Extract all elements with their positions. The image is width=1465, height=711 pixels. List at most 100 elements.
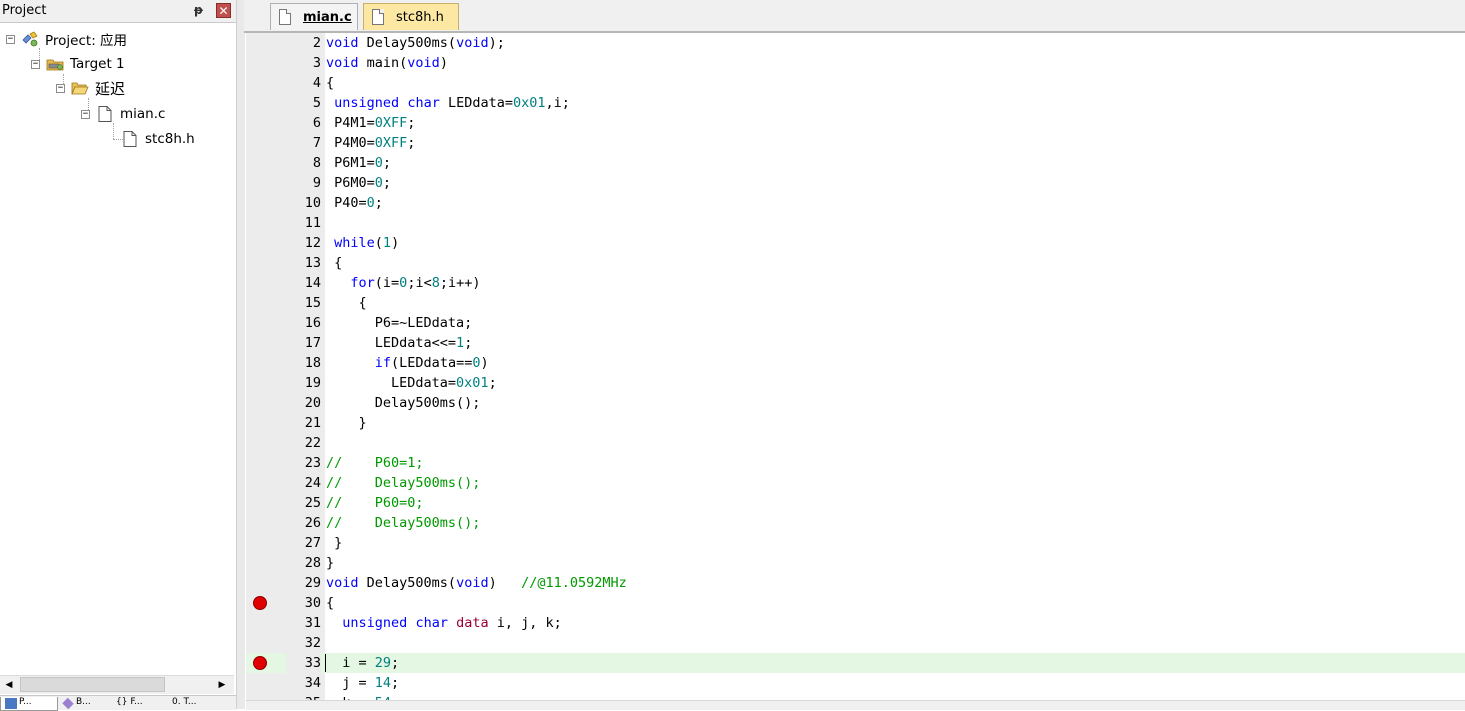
collapse-icon[interactable]: − <box>31 59 40 69</box>
collapse-icon[interactable]: − <box>6 34 15 44</box>
tree-item-file-stc8h[interactable]: stc8h.h <box>121 128 195 150</box>
code-editor[interactable]: 2 void Delay500ms(void); 3 void main(void) 4… <box>246 33 1465 700</box>
tab-mian-c[interactable]: mian.c <box>270 3 358 30</box>
code-line[interactable]: 32 <box>246 633 1465 653</box>
tree-item-label: Target 1 <box>70 56 125 72</box>
code-line[interactable]: 34 j = 14; <box>246 673 1465 693</box>
scroll-right-icon[interactable]: ▶ <box>214 677 230 693</box>
line-number: 18 <box>304 355 321 371</box>
horizontal-scrollbar[interactable]: ◀ ▶ <box>0 675 234 694</box>
close-panel-button[interactable]: ✕ <box>216 3 231 18</box>
line-number: 6 <box>312 115 321 131</box>
code-line[interactable]: 2 void Delay500ms(void); <box>246 33 1465 53</box>
code-line[interactable]: 31 unsigned char data i, j, k; <box>246 613 1465 633</box>
tab-functions[interactable]: {} F... <box>116 697 172 710</box>
code-text: for(i=0;i<8;i++) <box>350 275 481 291</box>
line-number: 27 <box>304 535 321 551</box>
code-text: unsigned char LEDdata=0x01,i; <box>334 95 570 111</box>
code-text: // P60=1; <box>326 455 424 471</box>
code-line[interactable]: 4{ <box>246 73 1465 93</box>
tab-label: mian.c <box>303 9 352 25</box>
line-number: 7 <box>312 135 321 151</box>
collapse-icon[interactable]: − <box>56 83 65 93</box>
code-text: LEDdata=0x01; <box>326 375 497 391</box>
code-line[interactable]: 22 <box>246 433 1465 453</box>
code-line[interactable]: 9 P6M0=0; <box>246 173 1465 193</box>
code-text: void Delay500ms(void); <box>326 35 505 51</box>
code-line[interactable]: 7 P4M0=0XFF; <box>246 133 1465 153</box>
breakpoint-icon[interactable] <box>253 596 267 610</box>
breakpoint-icon[interactable] <box>253 656 267 670</box>
code-line[interactable]: 33 i = 29; <box>246 653 1465 673</box>
code-text: if(LEDdata==0) <box>374 355 489 371</box>
line-number: 22 <box>304 435 321 451</box>
tab-label: B... <box>76 697 91 707</box>
line-number: 16 <box>304 315 321 331</box>
c-file-icon <box>96 106 114 122</box>
tab-templates[interactable]: 0. T... <box>172 697 232 710</box>
code-text: { <box>326 295 367 311</box>
tree-item-project[interactable]: − Project: 应用 <box>6 28 127 50</box>
code-text: i = 29; <box>326 655 400 671</box>
code-line[interactable]: 19 LEDdata=0x01; <box>246 373 1465 393</box>
code-line[interactable]: 28} <box>246 553 1465 573</box>
code-line[interactable]: 27 } <box>246 533 1465 553</box>
code-line[interactable]: 30 { <box>246 593 1465 613</box>
tree-item-target[interactable]: − Target 1 <box>31 53 125 75</box>
code-text: void Delay500ms(void) //@11.0592MHz <box>326 575 627 591</box>
line-number: 31 <box>304 615 321 631</box>
code-line[interactable]: 8 P6M1=0; <box>246 153 1465 173</box>
code-line[interactable]: 10 P40=0; <box>246 193 1465 213</box>
code-line[interactable]: 25 // P60=0; <box>246 493 1465 513</box>
code-line[interactable]: 20 Delay500ms(); <box>246 393 1465 413</box>
code-text: P4M0=0XFF; <box>326 135 416 151</box>
line-number: 24 <box>304 475 321 491</box>
line-number: 2 <box>312 35 321 51</box>
tab-label: 0. T... <box>172 697 197 707</box>
tab-label: {} F... <box>116 697 143 707</box>
code-line[interactable]: 16 P6=~LEDdata; <box>246 313 1465 333</box>
line-number: 21 <box>304 415 321 431</box>
code-line[interactable]: 17 LEDdata<<=1; <box>246 333 1465 353</box>
code-line[interactable]: 26 // Delay500ms(); <box>246 513 1465 533</box>
code-line[interactable]: 6 P4M1=0XFF; <box>246 113 1465 133</box>
code-line[interactable]: 12 while(1) <box>246 233 1465 253</box>
code-text: } <box>326 415 367 431</box>
tree-item-group[interactable]: − 延迟 <box>56 77 125 99</box>
code-line[interactable]: 13 { <box>246 253 1465 273</box>
line-number: 8 <box>312 155 321 171</box>
code-line[interactable]: 15 { <box>246 293 1465 313</box>
text-caret <box>325 654 326 672</box>
pin-icon[interactable]: ᵽ <box>194 3 206 17</box>
code-line[interactable]: 24 // Delay500ms(); <box>246 473 1465 493</box>
code-line[interactable]: 21 } <box>246 413 1465 433</box>
code-line[interactable]: 3 void main(void) <box>246 53 1465 73</box>
line-number: 12 <box>304 235 321 251</box>
tree-item-label: Project: 应用 <box>45 33 128 49</box>
code-line[interactable]: 18 if(LEDdata==0) <box>246 353 1465 373</box>
code-line[interactable]: 14 for(i=0;i<8;i++) <box>246 273 1465 293</box>
code-text: while(1) <box>334 235 400 251</box>
code-line[interactable]: 35 k = 54; <box>246 693 1465 700</box>
line-number: 35 <box>286 693 321 700</box>
code-line[interactable]: 5 unsigned char LEDdata=0x01,i; <box>246 93 1465 113</box>
code-line[interactable]: 29 void Delay500ms(void) //@11.0592MHz <box>246 573 1465 593</box>
code-line[interactable]: 11 <box>246 213 1465 233</box>
tree-item-file-mian[interactable]: − mian.c <box>81 103 165 125</box>
code-text: P4M1=0XFF; <box>326 115 416 131</box>
line-number: 26 <box>304 515 321 531</box>
tab-books[interactable]: B... <box>58 697 114 710</box>
code-line[interactable]: 23 // P60=1; <box>246 453 1465 473</box>
code-text: void main(void) <box>326 55 448 71</box>
panel-bottom-tabs: P... B... {} F... 0. T... <box>0 695 236 711</box>
line-number: 15 <box>304 295 321 311</box>
collapse-icon[interactable]: − <box>81 109 90 119</box>
tree-item-label: mian.c <box>120 106 166 122</box>
line-number: 11 <box>304 215 321 231</box>
code-text: P6M0=0; <box>326 175 392 191</box>
scroll-left-icon[interactable]: ◀ <box>1 677 17 693</box>
scrollbar-thumb[interactable] <box>20 677 165 692</box>
tab-stc8h-h[interactable]: stc8h.h <box>363 3 459 30</box>
panel-splitter[interactable] <box>236 0 245 709</box>
code-text: { <box>326 255 343 271</box>
